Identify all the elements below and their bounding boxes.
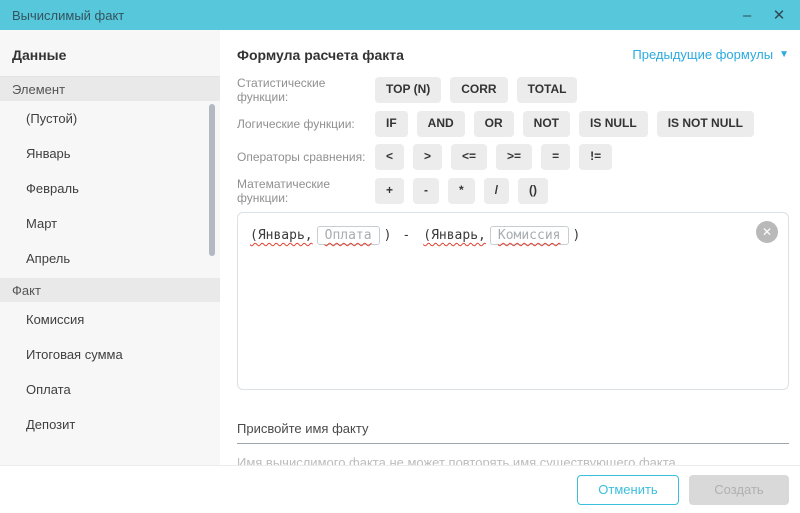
function-buttons: < > <= >= = != [375, 144, 612, 169]
sidebar-group-items: (Пустой)ЯнварьФевральМартАпрельМай [0, 101, 220, 278]
close-icon[interactable]: ✕ [770, 6, 788, 24]
fact-name-field [237, 415, 789, 444]
function-button[interactable]: OR [474, 111, 514, 136]
formula-editor[interactable]: (Январь,Оплата)-(Январь,Комиссия) ✕ [237, 212, 789, 390]
function-button[interactable]: () [518, 178, 548, 203]
function-button[interactable]: AND [417, 111, 465, 136]
calculated-fact-dialog: Вычислимый факт – ✕ Данные Элемент(Пусто… [0, 0, 800, 513]
sidebar-groups: Элемент(Пустой)ЯнварьФевральМартАпрельМа… [0, 77, 220, 442]
sidebar-group-header: Элемент [0, 77, 220, 101]
function-button[interactable]: > [413, 144, 442, 169]
minimize-icon[interactable]: – [738, 6, 756, 24]
sidebar-item[interactable]: Итоговая сумма [0, 337, 220, 372]
fact-name-input[interactable] [237, 415, 789, 444]
clear-formula-button[interactable]: ✕ [756, 221, 778, 243]
sidebar-item[interactable]: Февраль [0, 171, 220, 206]
formula-panel: Формула расчета факта Предыдущие формулы… [220, 30, 800, 465]
window-title: Вычислимый факт [12, 8, 124, 23]
function-row: Математические функции:+-* / () [237, 177, 789, 205]
sidebar-group-items: КомиссияИтоговая суммаОплатаДепозит [0, 302, 220, 442]
create-button[interactable]: Создать [689, 475, 789, 505]
function-row-label: Логические функции: [237, 117, 375, 131]
sidebar-item[interactable]: Оплата [0, 372, 220, 407]
function-row-label: Математические функции: [237, 177, 375, 205]
data-sidebar: Данные Элемент(Пустой)ЯнварьФевральМартА… [0, 30, 220, 465]
function-button[interactable]: CORR [450, 77, 507, 102]
sidebar-group-header: Факт [0, 278, 220, 302]
formula-token: (Январь, [250, 228, 313, 243]
function-button[interactable]: TOTAL [517, 77, 578, 102]
function-row-label: Статистические функции: [237, 76, 375, 104]
cancel-button[interactable]: Отменить [577, 475, 679, 505]
sidebar-item[interactable]: Январь [0, 136, 220, 171]
function-buttons: +-* / () [375, 178, 548, 203]
function-buttons: TOP (N) CORR TOTAL [375, 77, 577, 102]
formula-panel-header: Формула расчета факта Предыдущие формулы… [237, 47, 789, 63]
sidebar-item[interactable]: Апрель [0, 241, 220, 276]
function-button[interactable]: * [448, 178, 475, 203]
function-button[interactable]: IF [375, 111, 408, 136]
sidebar-item[interactable]: Депозит [0, 407, 220, 442]
window-controls: – ✕ [738, 6, 788, 24]
sidebar-title: Данные [0, 30, 220, 77]
function-button[interactable]: < [375, 144, 404, 169]
sidebar-scrollbar[interactable] [209, 104, 215, 256]
page-title: Формула расчета факта [237, 47, 404, 63]
function-button[interactable]: - [413, 178, 439, 203]
function-row: Логические функции:IF AND OR NOT IS NULL IS N… [237, 111, 789, 137]
function-row: Статистические функции:TOP (N) CORR TOTAL [237, 76, 789, 104]
function-buttons: IF AND OR NOT IS NULL IS NOT NULL [375, 111, 754, 136]
sidebar-item[interactable]: (Пустой) [0, 101, 220, 136]
dialog-footer: Отменить Создать [0, 465, 800, 513]
function-button[interactable]: IS NULL [579, 111, 648, 136]
previous-formulas-label: Предыдущие формулы [632, 47, 773, 62]
chevron-down-icon: ▼ [779, 50, 789, 60]
clear-icon: ✕ [762, 225, 772, 239]
formula-expression: (Январь,Оплата)-(Январь,Комиссия) [250, 226, 748, 245]
formula-token: (Январь, [423, 228, 486, 243]
previous-formulas-dropdown[interactable]: Предыдущие формулы ▼ [632, 47, 789, 62]
formula-token: ) [573, 228, 581, 243]
function-button[interactable]: NOT [523, 111, 570, 136]
function-button-rows: Статистические функции:TOP (N) CORR TOTAL Л… [237, 76, 789, 205]
formula-chip-text: Комиссия [498, 228, 561, 243]
sidebar-item[interactable]: Март [0, 206, 220, 241]
formula-token: ) [384, 228, 392, 243]
formula-chip-text: Оплата [325, 228, 372, 243]
function-button[interactable]: + [375, 178, 404, 203]
formula-field-chip[interactable]: Комиссия [490, 226, 569, 245]
function-button[interactable]: != [579, 144, 612, 169]
function-row: Операторы сравнения:< > <= >= = != [237, 144, 789, 170]
function-button[interactable]: >= [496, 144, 532, 169]
function-button[interactable]: / [484, 178, 509, 203]
function-button[interactable]: <= [451, 144, 487, 169]
sidebar-item[interactable]: Комиссия [0, 302, 220, 337]
formula-field-chip[interactable]: Оплата [317, 226, 380, 245]
formula-token: - [402, 228, 410, 243]
function-button[interactable]: = [541, 144, 570, 169]
function-row-label: Операторы сравнения: [237, 150, 375, 164]
function-button[interactable]: IS NOT NULL [657, 111, 754, 136]
function-button[interactable]: TOP (N) [375, 77, 441, 102]
titlebar: Вычислимый факт – ✕ [0, 0, 800, 30]
sidebar-item[interactable]: Май [0, 276, 220, 278]
